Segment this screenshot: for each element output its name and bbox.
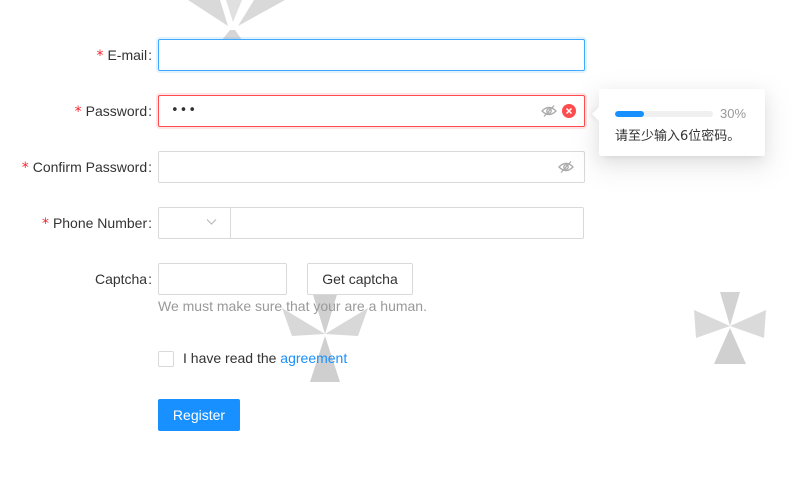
agreement-text: I have read the agreement bbox=[183, 350, 348, 366]
captcha-input[interactable] bbox=[158, 263, 287, 295]
required-mark: * bbox=[41, 216, 49, 232]
required-mark: * bbox=[21, 160, 29, 176]
password-value: ••• bbox=[171, 103, 198, 118]
strength-progress-fill bbox=[615, 111, 645, 117]
register-button[interactable]: Register bbox=[158, 399, 240, 431]
phone-form-item: * Phone Number: bbox=[0, 207, 792, 239]
email-form-item: * E-mail: bbox=[0, 39, 792, 71]
password-label: * Password: bbox=[74, 103, 152, 120]
chevron-down-icon bbox=[206, 219, 217, 225]
phone-label: * Phone Number: bbox=[41, 215, 152, 232]
required-mark: * bbox=[74, 104, 82, 120]
required-mark: * bbox=[96, 48, 104, 64]
strength-progress-bar bbox=[615, 111, 713, 117]
captcha-form-item: Captcha: Get captcha bbox=[0, 263, 792, 295]
captcha-hint: We must make sure that your are a human. bbox=[158, 298, 427, 314]
eye-invisible-icon[interactable] bbox=[541, 104, 557, 118]
confirm-password-label: * Confirm Password: bbox=[21, 159, 152, 176]
get-captcha-button[interactable]: Get captcha bbox=[307, 263, 413, 295]
phone-input[interactable] bbox=[231, 208, 583, 238]
watermark-top-icon bbox=[188, 0, 285, 40]
phone-input-group bbox=[158, 207, 584, 239]
confirm-password-input[interactable] bbox=[158, 151, 585, 183]
agreement-link[interactable]: agreement bbox=[280, 350, 347, 366]
agreement-checkbox[interactable] bbox=[158, 351, 174, 367]
eye-invisible-icon[interactable] bbox=[558, 160, 574, 174]
captcha-label: Captcha: bbox=[94, 271, 152, 287]
watermark-right-icon bbox=[694, 292, 766, 364]
email-label: * E-mail: bbox=[96, 47, 152, 64]
email-input[interactable] bbox=[158, 39, 585, 71]
strength-message: 请至少输入6位密码。 bbox=[615, 129, 741, 144]
close-circle-icon[interactable] bbox=[562, 104, 576, 118]
password-input[interactable]: ••• bbox=[158, 95, 585, 127]
strength-percent-text: 30% bbox=[720, 106, 747, 121]
password-strength-popover: 30% 请至少输入6位密码。 bbox=[591, 89, 765, 156]
phone-prefix-select[interactable] bbox=[159, 208, 231, 238]
